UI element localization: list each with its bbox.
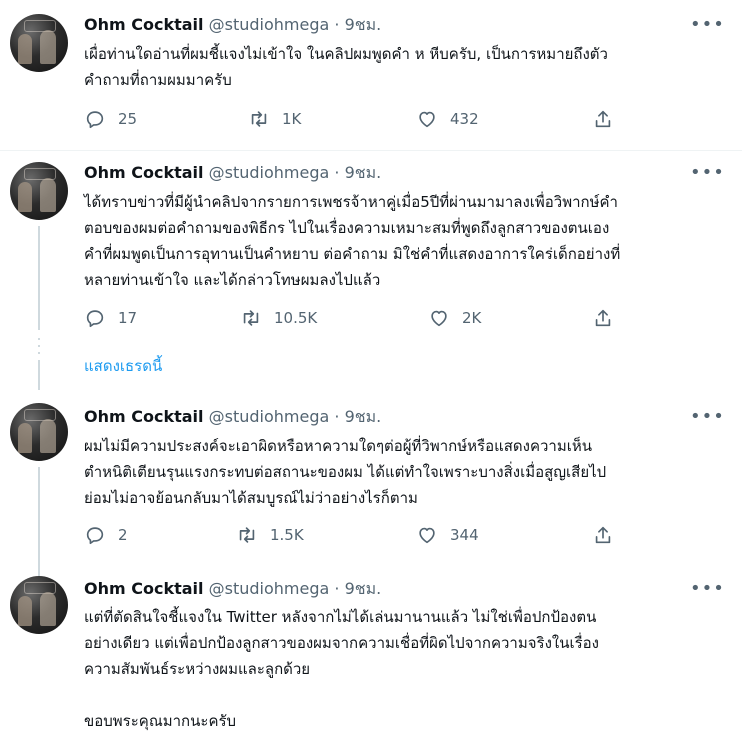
tweet-header: Ohm Cocktail @studiohmega · 9ชม. [84,579,381,599]
show-thread-link[interactable]: แสดงเธรดนี้ [84,356,162,376]
avatar[interactable] [10,162,68,220]
tweet[interactable]: Ohm Cocktail @studiohmega · 9ชม. ••• แต่… [0,566,742,730]
author-name[interactable]: Ohm Cocktail [84,579,204,598]
tweet-text-line: ผมไม่มีความประสงค์จะเอาผิดหรือหาความใดๆต… [84,437,593,455]
retweet-count: 1K [282,110,302,128]
heart-icon [419,111,435,128]
share-button[interactable] [592,523,614,547]
retweet-icon [243,310,259,326]
reply-count: 25 [118,110,138,128]
heart-icon [431,310,447,327]
more-options-icon[interactable]: ••• [690,15,724,35]
reply-button[interactable]: 2 [84,523,128,547]
share-button[interactable] [592,306,614,330]
more-options-icon[interactable]: ••• [690,407,724,427]
tweet-text-line [84,682,724,708]
retweet-button[interactable]: 1K [248,107,301,131]
author-name[interactable]: Ohm Cocktail [84,15,204,34]
author-name[interactable]: Ohm Cocktail [84,407,204,426]
retweet-icon [251,111,267,127]
more-options-icon[interactable]: ••• [690,579,724,599]
like-count: 2K [462,309,482,327]
separator-dot: · [334,163,340,182]
thread-line [38,467,40,577]
reply-icon [86,310,104,328]
author-handle[interactable]: @studiohmega [209,579,330,598]
thread-gap-dot [38,345,40,347]
retweet-count: 10.5K [274,309,318,327]
avatar[interactable] [10,576,68,634]
reply-icon [86,111,104,129]
tweet-text-line: คำที่ผมพูดเป็นการอุทานเป็นคำหยาบ ต่อคำถา… [84,245,621,263]
tweet-header: Ohm Cocktail @studiohmega · 9ชม. [84,15,381,35]
retweet-button[interactable]: 10.5K [240,306,317,330]
more-options-icon[interactable]: ••• [690,163,724,183]
tweet-actions: 25 1K 432 [84,107,644,131]
tweet-text-line: ขอบพระคุณมากนะครับ [84,712,237,730]
tweet-time[interactable]: 9ชม. [345,15,382,34]
like-count: 344 [450,526,479,544]
reply-button[interactable]: 25 [84,107,137,131]
retweet-count: 1.5K [270,526,304,544]
share-icon [595,309,611,327]
tweet-text: ผมไม่มีความประสงค์จะเอาผิดหรือหาความใดๆต… [84,433,724,511]
tweet[interactable]: Ohm Cocktail @studiohmega · 9ชม. ••• ผมไ… [0,390,742,566]
tweet-text-line: ตำหนิติเตียนรุนแรงกระทบต่อสถานะของผม ได้… [84,463,607,481]
author-handle[interactable]: @studiohmega [209,407,330,426]
author-handle[interactable]: @studiohmega [209,15,330,34]
reply-button[interactable]: 17 [84,306,137,330]
thread-line [38,360,40,390]
avatar[interactable] [10,14,68,72]
tweet-text-line: ตอบของผมต่อคำถามของพิธีกร ไปในเรื่องความ… [84,219,610,237]
thread-gap-dot [38,338,40,340]
heart-icon [419,527,435,544]
thread-gap-dot [38,352,40,354]
tweet-header: Ohm Cocktail @studiohmega · 9ชม. [84,407,381,427]
like-count: 432 [450,110,479,128]
retweet-icon [239,527,255,543]
thread-line [38,226,40,330]
tweet-text: ได้ทราบข่าวที่มีผู้นำคลิปจากรายการเพชรจ้… [84,189,724,293]
tweet[interactable]: Ohm Cocktail @studiohmega · 9ชม. ••• ได้… [0,151,742,381]
reply-count: 2 [118,526,128,544]
tweet-text-line: ความสัมพันธ์ระหว่างผมและลูกด้วย [84,660,311,678]
avatar[interactable] [10,403,68,461]
author-handle[interactable]: @studiohmega [209,163,330,182]
tweet-time[interactable]: 9ชม. [345,579,382,598]
tweet-time[interactable]: 9ชม. [345,163,382,182]
reply-icon [86,527,104,545]
tweet-text-line: แต่ที่ตัดสินใจชี้แจงใน Twitter หลังจากไม… [84,608,597,626]
tweet-time[interactable]: 9ชม. [345,407,382,426]
tweet-text-line: ย่อมไม่อาจย้อนกลับมาได้สมบูรณ์ไม่ว่าอย่า… [84,489,418,507]
share-icon [595,526,611,544]
tweet-text: เผื่อท่านใดอ่านที่ผมชี้แจงไม่เข้าใจ ในคล… [84,41,724,93]
tweet-actions: 2 1.5K 344 [84,523,644,547]
share-button[interactable] [592,107,614,131]
tweet-actions: 17 10.5K 2K [84,306,644,330]
like-button[interactable]: 432 [416,107,479,131]
like-button[interactable]: 2K [428,306,481,330]
separator-dot: · [334,15,340,34]
tweet-text-line: เผื่อท่านใดอ่านที่ผมชี้แจงไม่เข้าใจ ในคล… [84,45,608,63]
tweet-text-line: อย่างเดียว แต่เพื่อปกป้องลูกสาวของผมจากค… [84,634,600,652]
retweet-button[interactable]: 1.5K [236,523,304,547]
author-name[interactable]: Ohm Cocktail [84,163,204,182]
tweet-text-line: ได้ทราบข่าวที่มีผู้นำคลิปจากรายการเพชรจ้… [84,193,618,211]
like-button[interactable]: 344 [416,523,479,547]
separator-dot: · [334,579,340,598]
separator-dot: · [334,407,340,426]
tweet-text: แต่ที่ตัดสินใจชี้แจงใน Twitter หลังจากไม… [84,604,724,734]
tweet[interactable]: Ohm Cocktail @studiohmega · 9ชม. ••• เผื… [0,0,742,154]
reply-count: 17 [118,309,138,327]
tweet-text-line: คำถามที่ถามผมมาครับ [84,71,232,89]
tweet-header: Ohm Cocktail @studiohmega · 9ชม. [84,163,381,183]
tweet-text-line: หลายท่านเข้าใจ และได้กล่าวโทษผมลงไปแล้ว [84,271,381,289]
share-icon [595,110,611,128]
